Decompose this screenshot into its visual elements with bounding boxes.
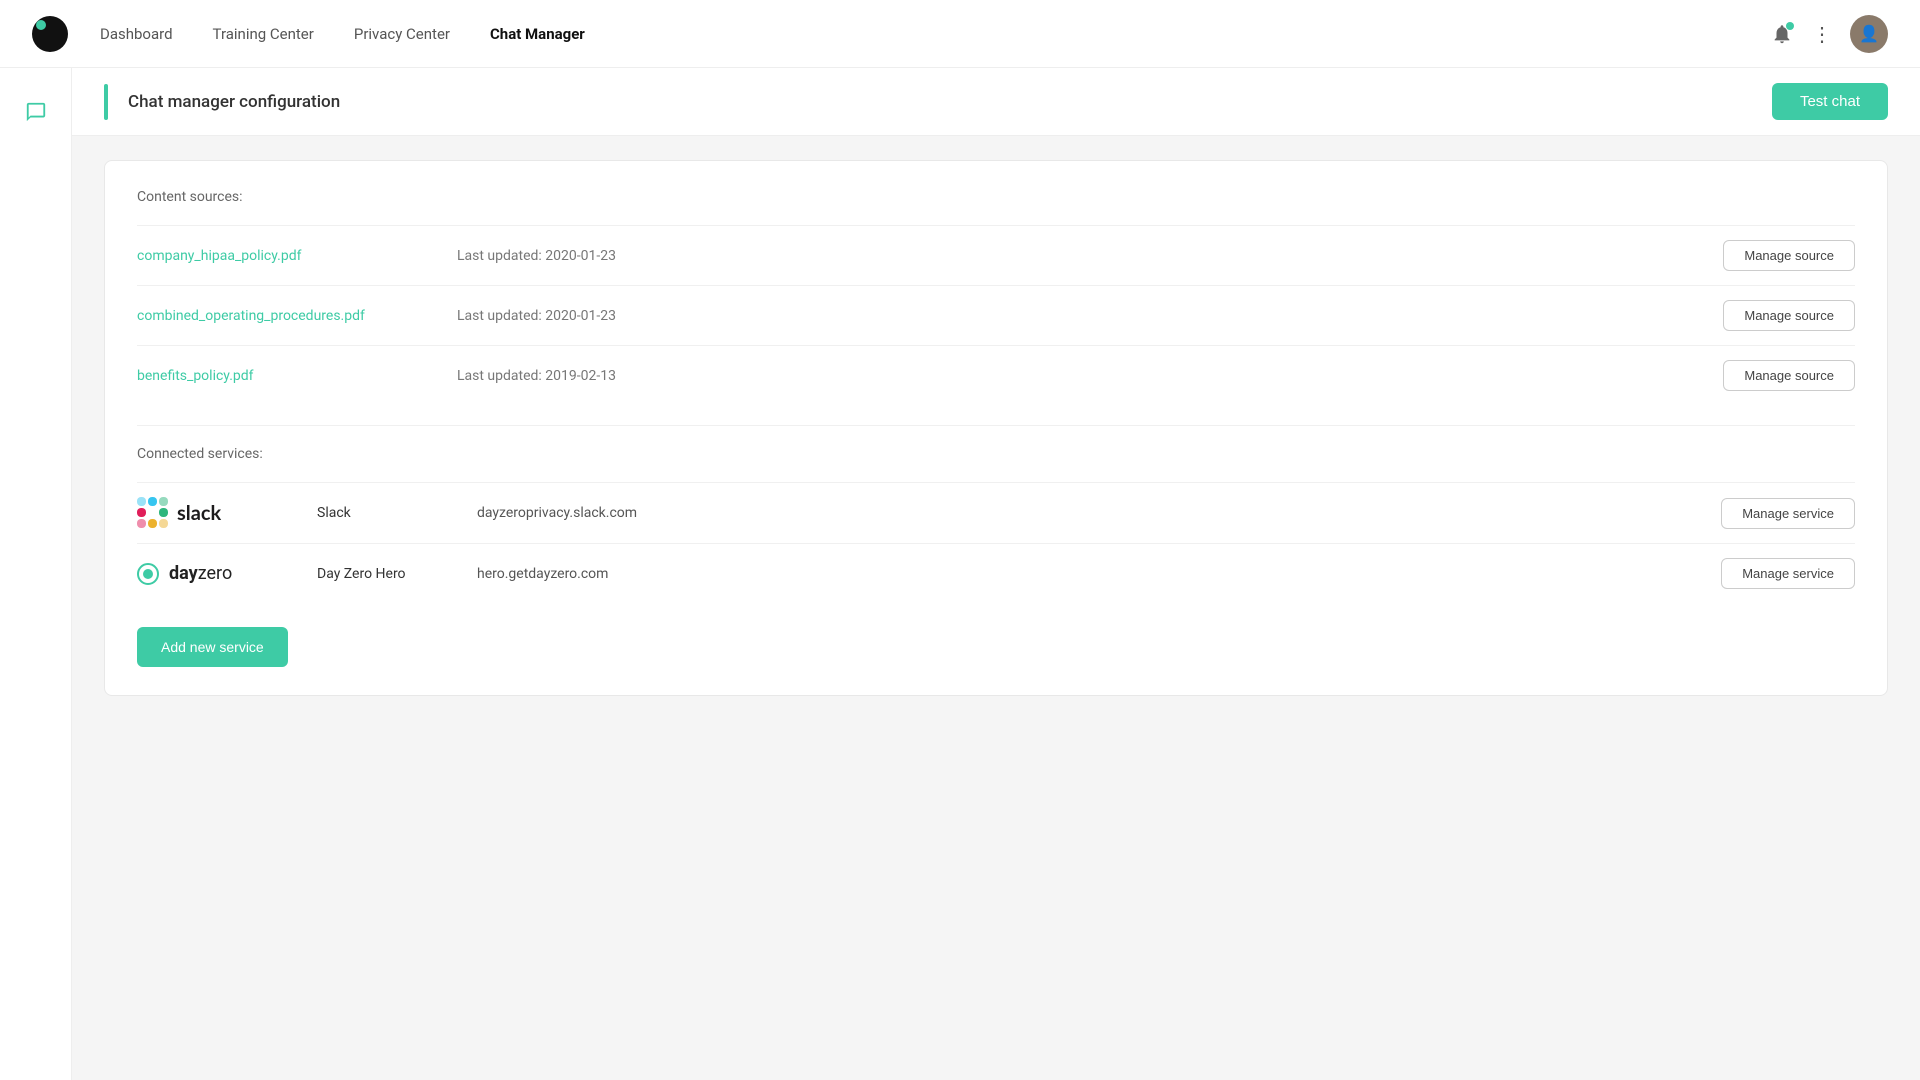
source-date-1: Last updated: 2020-01-23	[457, 248, 1723, 264]
source-date-3: Last updated: 2019-02-13	[457, 368, 1723, 384]
source-row-3: benefits_policy.pdf Last updated: 2019-0…	[137, 345, 1855, 405]
service-row-dayzero: dayzero Day Zero Hero hero.getdayzero.co…	[137, 543, 1855, 603]
content-sources-label: Content sources:	[137, 189, 1855, 205]
dayzero-logo: dayzero	[137, 563, 317, 585]
navbar: Dashboard Training Center Privacy Center…	[0, 0, 1920, 68]
source-row-1: company_hipaa_policy.pdf Last updated: 2…	[137, 225, 1855, 285]
manage-service-button-dayzero[interactable]: Manage service	[1721, 558, 1855, 589]
navbar-right: ⋮ 👤	[1768, 15, 1888, 53]
manage-service-button-slack[interactable]: Manage service	[1721, 498, 1855, 529]
source-link-1[interactable]: company_hipaa_policy.pdf	[137, 248, 457, 264]
nav-training-center[interactable]: Training Center	[213, 25, 314, 43]
source-link-2[interactable]: combined_operating_procedures.pdf	[137, 308, 457, 324]
service-name-dayzero: Day Zero Hero	[317, 566, 477, 582]
nav-dashboard[interactable]: Dashboard	[100, 25, 173, 43]
source-row-2: combined_operating_procedures.pdf Last u…	[137, 285, 1855, 345]
page-header: Chat manager configuration Test chat	[72, 68, 1920, 136]
nav-chat-manager[interactable]: Chat Manager	[490, 25, 585, 43]
manage-source-button-3[interactable]: Manage source	[1723, 360, 1855, 391]
sidebar-chat-icon[interactable]	[16, 92, 56, 132]
service-url-dayzero: hero.getdayzero.com	[477, 566, 1721, 582]
notifications-bell[interactable]	[1768, 20, 1796, 48]
slack-icon	[137, 497, 169, 529]
manage-source-button-1[interactable]: Manage source	[1723, 240, 1855, 271]
page-header-left: Chat manager configuration	[104, 84, 340, 120]
chat-bubble-icon	[25, 101, 47, 123]
dayzero-brand-icon	[137, 563, 159, 585]
content-area: Content sources: company_hipaa_policy.pd…	[72, 136, 1920, 720]
app-layout: Chat manager configuration Test chat Con…	[0, 68, 1920, 1080]
dayzero-wordmark: dayzero	[169, 563, 232, 584]
manage-source-button-2[interactable]: Manage source	[1723, 300, 1855, 331]
service-row-slack: slack Slack dayzeroprivacy.slack.com Man…	[137, 482, 1855, 543]
section-divider	[137, 425, 1855, 426]
config-card: Content sources: company_hipaa_policy.pd…	[104, 160, 1888, 696]
service-url-slack: dayzeroprivacy.slack.com	[477, 505, 1721, 521]
service-name-slack: Slack	[317, 505, 477, 521]
slack-wordmark: slack	[177, 501, 221, 525]
main-content: Chat manager configuration Test chat Con…	[72, 68, 1920, 1080]
user-avatar[interactable]: 👤	[1850, 15, 1888, 53]
nav-links: Dashboard Training Center Privacy Center…	[100, 25, 1768, 43]
source-link-3[interactable]: benefits_policy.pdf	[137, 368, 457, 384]
notification-dot	[1786, 22, 1794, 30]
test-chat-button[interactable]: Test chat	[1772, 83, 1888, 120]
sidebar	[0, 68, 72, 1080]
connected-services-label: Connected services:	[137, 446, 1855, 462]
app-logo[interactable]	[32, 16, 68, 52]
more-options-button[interactable]: ⋮	[1812, 22, 1834, 46]
source-date-2: Last updated: 2020-01-23	[457, 308, 1723, 324]
page-title: Chat manager configuration	[128, 92, 340, 112]
header-accent-bar	[104, 84, 108, 120]
add-new-service-button[interactable]: Add new service	[137, 627, 288, 667]
slack-logo: slack	[137, 497, 317, 529]
nav-privacy-center[interactable]: Privacy Center	[354, 25, 450, 43]
